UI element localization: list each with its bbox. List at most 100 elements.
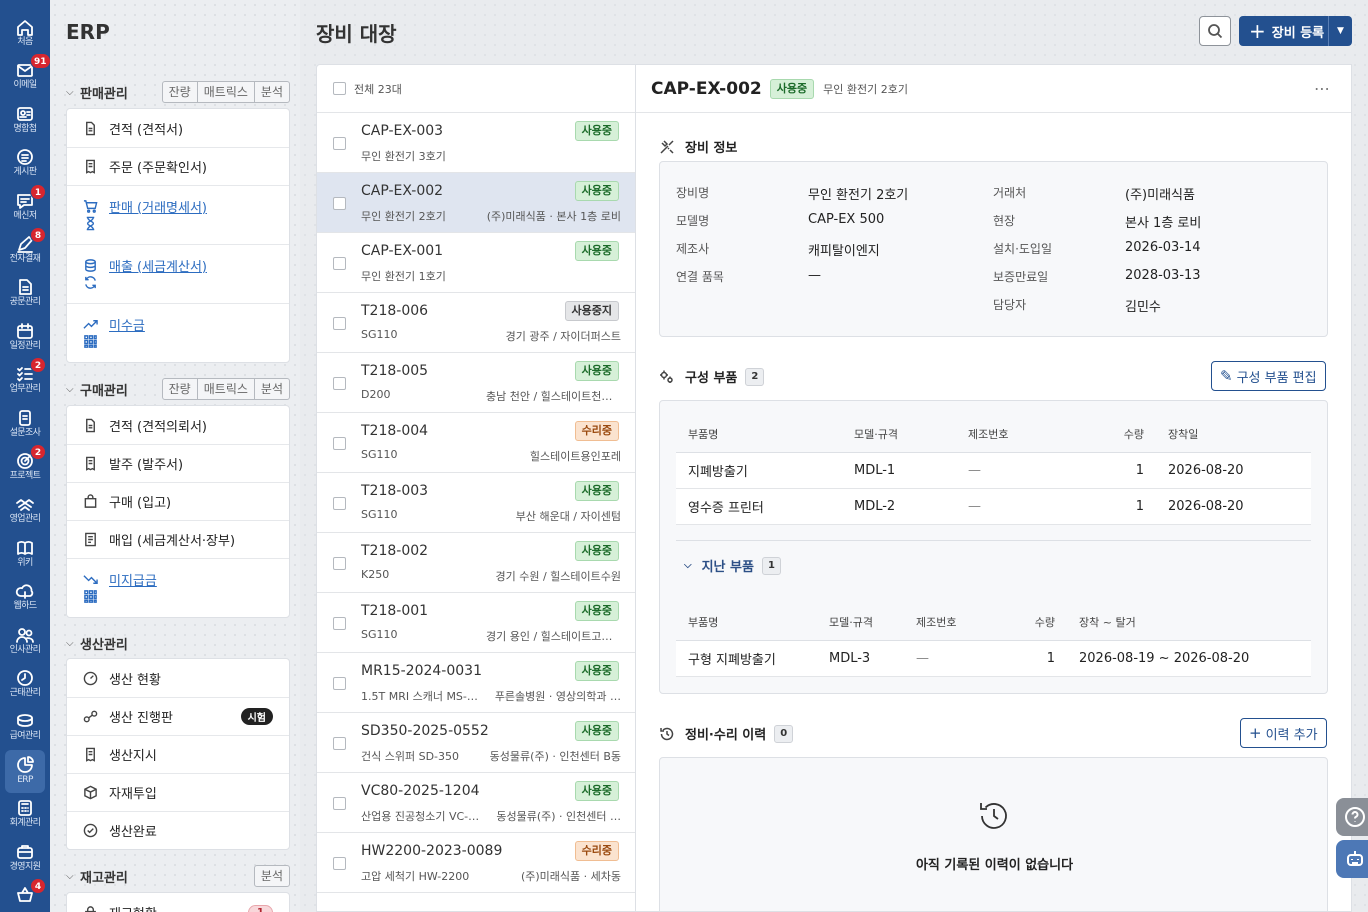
search-button[interactable] [1199,16,1231,46]
section-purchase-header[interactable]: ⌵ 구매관리 잔량 매트릭스 분석 [66,377,290,401]
menu-purchase-ledger[interactable]: 매입 (세금계산서·장부) [67,520,289,558]
help-button[interactable] [1336,798,1368,836]
menu-purchase-inbound[interactable]: 구매 (입고) [67,482,289,520]
row-checkbox[interactable] [333,377,346,390]
row-checkbox[interactable] [333,797,346,810]
menu-production-status[interactable]: 생산 현황 [67,659,289,697]
rail-item-ERP[interactable]: ERP [5,749,45,793]
seg-analysis[interactable]: 분석 [253,82,289,102]
menu-sales-revenue[interactable]: 매출 (세금계산서) [67,244,289,303]
row-code: T218-002 [361,543,429,559]
menu-sales-sale[interactable]: 판매 (거래명세서) [67,185,289,244]
menu-purchase-quote[interactable]: 견적 (견적의뢰서) [67,406,289,444]
section-inventory-header[interactable]: ⌵ 재고관리 분석 [66,864,290,888]
seg-matrix[interactable]: 매트릭스 [196,82,254,102]
equipment-row[interactable]: T218-006 사용중지 SG110 경기 광주 / 자이더퍼스트 [317,293,635,353]
select-all-checkbox[interactable] [333,82,346,95]
register-dropdown-toggle[interactable]: ▼ [1328,16,1352,46]
rail-item-근태관리[interactable]: 근태관리 [0,663,50,706]
rail-item-명함첩[interactable]: 명함첩 [0,99,50,142]
menu-purchase-order[interactable]: 발주 (발주서) [67,444,289,482]
equipment-row[interactable]: T218-005 사용중 D200 충남 천안 / 힐스테이트천안아산역 [317,353,635,413]
erp-sidebar: ERP ⌵ 판매관리 잔량 매트릭스 분석 견적 (견적서) 주문 (주문확인서… [50,0,300,912]
coins-icon [85,258,96,272]
rail-item-인사관리[interactable]: 인사관리 [0,620,50,663]
seg-analysis[interactable]: 분석 [255,866,289,886]
equipment-row[interactable]: T218-001 사용중 SG110 경기 용인 / 힐스테이트고진역1단지 [317,593,635,653]
menu-production-board[interactable]: 생산 진행판 시험 [67,697,289,735]
row-checkbox[interactable] [333,737,346,750]
table-cell: 구형 지폐방출기 [676,640,817,677]
rail-item-전자결재[interactable]: 전자결재 8 [0,227,50,272]
section-production-header[interactable]: ⌵ 생산관리 [66,631,290,655]
rail-item-프로젝트[interactable]: 프로젝트 2 [0,444,50,489]
seg-analysis[interactable]: 분석 [253,379,289,399]
rail-item-게시판[interactable]: 게시판 [0,142,50,185]
register-equipment-button[interactable]: + 장비 등록 ▼ [1239,16,1352,46]
seg-remaining[interactable]: 잔량 [163,82,197,102]
rail-label: 명함첩 [13,123,37,134]
equipment-row[interactable]: CAP-EX-002 사용중 무인 환전기 2호기 (주)미래식품 · 본사 1층 로… [317,173,635,233]
lock-icon [85,905,96,912]
rail-label: 급여관리 [9,731,41,742]
rail-item-more[interactable]: 4 [0,878,50,912]
more-icon[interactable]: ⋯ [1314,79,1331,98]
row-model: 무인 환전기 3호기 [361,150,446,163]
section-sales-header[interactable]: ⌵ 판매관리 잔량 매트릭스 분석 [66,80,290,104]
equipment-row[interactable]: CAP-EX-003 사용중 무인 환전기 3호기 [317,113,635,173]
edit-parts-button[interactable]: ✎ 구성 부품 편집 [1211,361,1326,391]
rail-item-메신저[interactable]: 메신저 1 [0,183,50,229]
rail-item-공문관리[interactable]: 공문관리 [0,272,50,315]
add-history-button[interactable]: + 이력 추가 [1240,718,1327,748]
menu-sales-receivable[interactable]: 미수금 [67,303,289,362]
rail-item-업무관리[interactable]: 업무관리 2 [0,357,50,402]
rail-item-경영지원[interactable]: 경영지원 [0,837,50,880]
menu-inventory-status[interactable]: 재고현황 1 [67,893,289,912]
equipment-row[interactable]: T218-002 사용중 K250 경기 수원 / 힐스테이트수원 [317,533,635,593]
equipment-row[interactable]: CAP-EX-001 사용중 무인 환전기 1호기 [317,233,635,293]
rail-item-이메일[interactable]: 이메일 91 [0,53,51,98]
rail-item-위키[interactable]: 위키 [0,533,50,576]
past-parts-toggle[interactable]: ⌵ 지난 부품 1 [684,556,781,575]
row-checkbox[interactable] [333,437,346,450]
equipment-row[interactable]: VC80-2025-1204 사용중 산업용 진공청소기 VC-… 동성물류(주) ·… [317,773,635,833]
row-checkbox[interactable] [333,137,346,150]
menu-sales-order[interactable]: 주문 (주문확인서) [67,147,289,185]
row-checkbox[interactable] [333,257,346,270]
seg-remaining[interactable]: 잔량 [163,379,197,399]
rail-item-영업관리[interactable]: 영업관리 [0,489,50,532]
equipment-row[interactable]: T218-003 사용중 SG110 부산 해운대 / 자이센텀 [317,473,635,533]
row-checkbox[interactable] [333,317,346,330]
row-code: VC80-2025-1204 [361,783,480,799]
rail-item-설문조사[interactable]: 설문조사 [0,403,50,446]
section-title: 재고관리 [80,870,128,886]
equipment-list: 전체 23대 CAP-EX-003 사용중 무인 환전기 3호기 CAP-EX-002… [316,64,636,912]
equipment-row[interactable]: T218-004 수리중 SG110 힐스테이트용인포레 [317,413,635,473]
row-subline: 무인 환전기 2호기 (주)미래식품 · 본사 1층 로비 [361,208,621,224]
register-main[interactable]: + 장비 등록 [1239,16,1328,46]
equipment-row[interactable]: SD350-2025-0552 사용중 건식 스위퍼 SD-350 동성물류(주) ·… [317,713,635,773]
seg-matrix[interactable]: 매트릭스 [196,379,254,399]
row-checkbox[interactable] [333,857,346,870]
equipment-row[interactable]: MR15-2024-0031 사용중 1.5T MRI 스캐너 MS-… 푸른솔병원 … [317,653,635,713]
row-checkbox[interactable] [333,197,346,210]
menu-production-done[interactable]: 생산완료 [67,811,289,849]
rail-item-처음[interactable]: 처음 [0,12,50,55]
menu-production-order[interactable]: 생산지시 [67,735,289,773]
past-parts-table: 부품명 모델·규격 제조번호 수량 장착 ~ 탈거 구형 지폐방출기 MDL-3—1 2026… [676,604,1311,677]
row-checkbox[interactable] [333,497,346,510]
row-checkbox[interactable] [333,677,346,690]
equipment-row[interactable]: HW2200-2023-0089 수리중 고압 세척기 HW-2200 (주)미래식품… [317,833,635,893]
empty-message: 아직 기록된 이력이 없습니다 [915,858,1074,873]
rail-item-일정관리[interactable]: 일정관리 [0,316,50,359]
row-checkbox[interactable] [333,617,346,630]
menu-purchase-payable[interactable]: 미지급금 [67,558,289,617]
row-checkbox[interactable] [333,557,346,570]
rail-item-회계관리[interactable]: 회계관리 [0,793,50,836]
menu-sales-quote[interactable]: 견적 (견적서) [67,109,289,147]
field-label: 거래처 [993,186,1027,200]
rail-item-웹하드[interactable]: 웹하드 [0,576,50,619]
rail-item-급여관리[interactable]: 급여관리 [0,706,50,749]
assistant-button[interactable] [1336,840,1368,878]
menu-production-material[interactable]: 자재투입 [67,773,289,811]
